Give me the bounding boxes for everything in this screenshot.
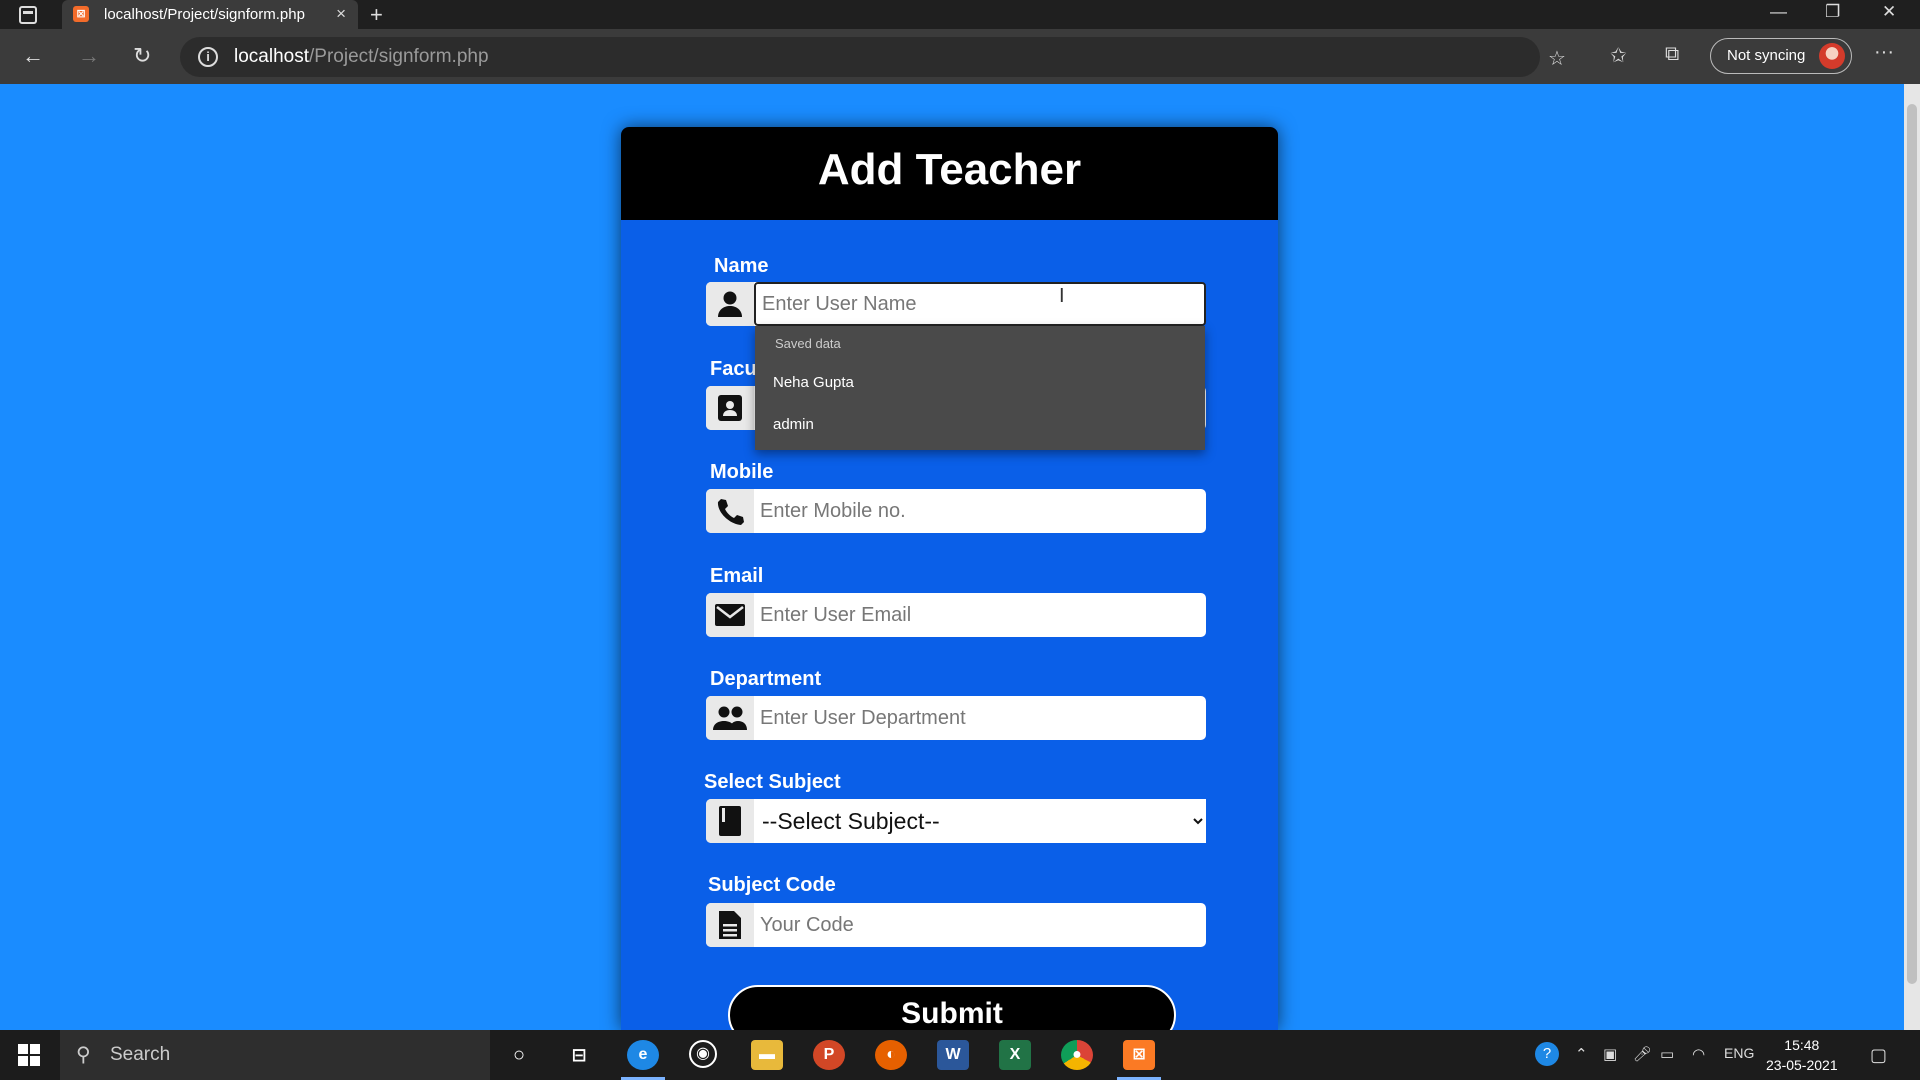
tab-title: localhost/Project/signform.php — [104, 6, 305, 23]
favorites-icon[interactable]: ✩ — [1610, 43, 1627, 68]
browser-tab-bar: ⊠ localhost/Project/signform.php × + — ❐… — [0, 0, 1920, 29]
mobile-label: Mobile — [710, 461, 774, 483]
language-indicator[interactable]: ENG — [1724, 1045, 1754, 1061]
more-options-icon[interactable]: ··· — [1874, 41, 1894, 64]
clock-date: 23-05-2021 — [1766, 1057, 1838, 1073]
department-input-group — [706, 696, 1206, 740]
address-bar[interactable]: i localhost/Project/signform.php ☆ — [180, 37, 1566, 77]
mobile-input-group — [706, 489, 1206, 533]
chrome-icon[interactable]: ● — [1061, 1040, 1093, 1070]
collections-icon[interactable]: ⧉ — [1665, 43, 1679, 66]
taskbar-search-label: Search — [110, 1044, 171, 1065]
autofill-item[interactable]: Neha Gupta — [773, 374, 854, 391]
task-view-icon[interactable]: ⊟ — [563, 1040, 595, 1070]
email-input[interactable] — [754, 593, 1206, 637]
phone-icon — [706, 489, 754, 533]
book-icon — [706, 799, 754, 843]
department-label: Department — [710, 668, 822, 690]
subject-select[interactable]: --Select Subject-- — [754, 799, 1206, 843]
notifications-icon[interactable]: ▢ — [1870, 1045, 1887, 1066]
xampp-icon[interactable]: ⊠ — [1123, 1040, 1155, 1070]
text-cursor-icon: I — [1059, 285, 1065, 307]
autofill-item[interactable]: admin — [773, 416, 814, 433]
sync-button[interactable]: Not syncing — [1710, 38, 1852, 74]
page-title: Add Teacher — [817, 145, 1082, 194]
add-favorite-icon[interactable]: ☆ — [1548, 46, 1566, 71]
avatar — [1819, 43, 1845, 69]
tab-actions-icon[interactable] — [16, 4, 40, 26]
help-icon[interactable]: ? — [1535, 1042, 1559, 1066]
id-badge-icon — [706, 386, 754, 430]
battery-icon[interactable]: ▭ — [1660, 1045, 1674, 1063]
browser-toolbar: ← → ↻ i localhost/Project/signform.php ☆… — [0, 29, 1920, 84]
taskbar-search[interactable]: ⚲ Search — [60, 1030, 490, 1080]
autofill-dropdown: Saved data Neha Gupta admin — [755, 326, 1205, 450]
url-host: localhost — [234, 46, 309, 67]
cortana-icon[interactable]: ○ — [503, 1040, 535, 1070]
subject-code-label: Subject Code — [708, 874, 836, 896]
users-icon — [706, 696, 754, 740]
autofill-header: Saved data — [775, 336, 841, 351]
name-label: Name — [714, 255, 769, 277]
submit-button[interactable]: Submit — [728, 985, 1176, 1030]
sync-label: Not syncing — [1727, 47, 1806, 64]
department-input[interactable] — [754, 696, 1206, 740]
mobile-input[interactable] — [754, 489, 1206, 533]
restore-button[interactable]: ❐ — [1825, 2, 1840, 22]
system-clock[interactable]: 15:48 23-05-2021 — [1766, 1035, 1838, 1075]
browser-tab[interactable]: ⊠ localhost/Project/signform.php × — [62, 0, 358, 29]
powerpoint-icon[interactable]: P — [813, 1040, 845, 1070]
clock-time: 15:48 — [1784, 1037, 1820, 1053]
file-explorer-icon[interactable]: ▬ — [751, 1040, 783, 1070]
github-icon[interactable]: ◉ — [689, 1040, 717, 1068]
back-icon[interactable]: ← — [22, 43, 44, 69]
firefox-icon[interactable]: ◐ — [875, 1040, 907, 1070]
excel-icon[interactable]: X — [999, 1040, 1031, 1070]
wifi-icon[interactable]: ◠ — [1692, 1045, 1705, 1063]
tab-close-button[interactable]: × — [336, 4, 346, 24]
page-scrollbar[interactable] — [1904, 84, 1920, 1030]
edge-icon[interactable]: e — [627, 1040, 659, 1070]
faculty-label: Facu — [710, 358, 757, 380]
email-input-group — [706, 593, 1206, 637]
word-icon[interactable]: W — [937, 1040, 969, 1070]
forward-icon[interactable]: → — [78, 43, 100, 69]
minimize-button[interactable]: — — [1770, 2, 1787, 22]
url-text[interactable]: localhost/Project/signform.php — [234, 46, 489, 68]
windows-start-icon[interactable] — [18, 1044, 40, 1066]
subject-code-group — [706, 903, 1206, 947]
search-icon: ⚲ — [76, 1044, 91, 1066]
email-label: Email — [710, 565, 764, 587]
chevron-up-icon[interactable]: ⌃ — [1575, 1045, 1588, 1063]
meet-now-icon[interactable]: ▣ — [1603, 1045, 1617, 1063]
name-input-group — [706, 282, 1206, 326]
microphone-icon[interactable]: 🎤︎ — [1633, 1045, 1652, 1063]
refresh-icon[interactable]: ↻ — [133, 43, 151, 69]
file-icon — [706, 903, 754, 947]
name-input[interactable] — [754, 282, 1206, 326]
envelope-icon — [706, 593, 754, 637]
xampp-favicon-icon: ⊠ — [73, 6, 89, 22]
windows-taskbar: ⚲ Search ○ ⊟ e ◉ ▬ P ◐ W X ● ⊠ ? ⌃ ▣ 🎤︎ … — [0, 1030, 1920, 1080]
scrollbar-thumb[interactable] — [1907, 104, 1917, 984]
site-info-icon[interactable]: i — [198, 47, 218, 67]
subject-select-group: --Select Subject-- — [706, 799, 1206, 843]
add-teacher-card: Add Teacher Name Facu Mobile Email Depar… — [621, 127, 1278, 1030]
subject-code-input[interactable] — [754, 903, 1206, 947]
url-path: /Project/signform.php — [309, 46, 489, 67]
card-header: Add Teacher — [621, 127, 1278, 220]
close-window-button[interactable]: ✕ — [1882, 2, 1896, 22]
subject-label: Select Subject — [704, 771, 841, 793]
new-tab-button[interactable]: + — [370, 2, 383, 28]
user-icon — [706, 282, 754, 326]
